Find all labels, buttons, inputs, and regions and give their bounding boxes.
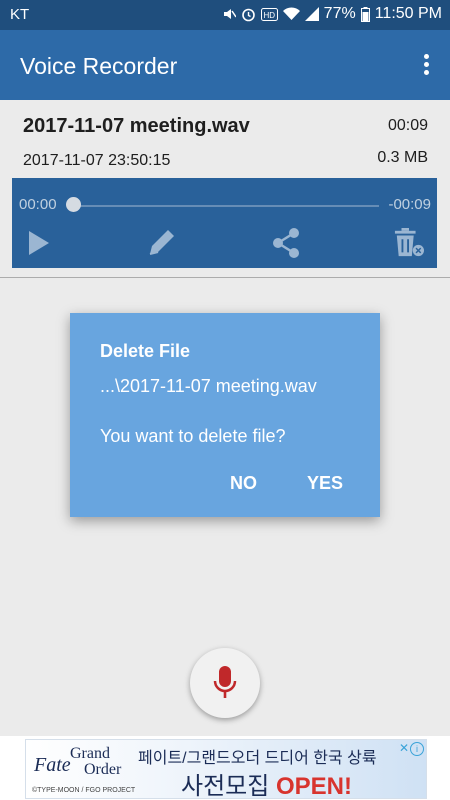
mute-icon: [223, 9, 236, 19]
dialog-title: Delete File: [100, 341, 191, 361]
ad-logo-fate: Fate: [34, 754, 71, 776]
ad-headline: 페이트/그랜드오더 드디어 한국 상륙: [138, 750, 377, 767]
record-button[interactable]: [190, 648, 260, 718]
dialog-file-path: ...\2017-11-07 meeting.wav: [100, 376, 317, 396]
status-time: 11:50 PM: [374, 5, 442, 22]
ad-logo-grand-order: Grand Order: [70, 746, 121, 778]
app-bar: Voice Recorder: [0, 30, 450, 100]
status-bar: KT HD 77% 11:50 PM: [0, 0, 450, 30]
ad-logo-grand: Grand: [70, 745, 110, 762]
yes-button[interactable]: YES: [307, 473, 343, 494]
ad-sub-open: OPEN!: [276, 773, 353, 799]
ad-logo-order: Order: [84, 761, 122, 778]
delete-dialog: Delete File ...\2017-11-07 meeting.wav Y…: [70, 313, 380, 517]
ad-info-icon[interactable]: i: [410, 742, 424, 756]
no-button[interactable]: NO: [230, 473, 257, 494]
ad-copyright: ©TYPE-MOON / FGO PROJECT: [32, 787, 136, 794]
ad-creative[interactable]: Fate Grand Order 페이트/그랜드오더 드디어 한국 상륙 사전모…: [25, 739, 427, 799]
dialog-message: You want to delete file?: [100, 426, 286, 446]
ad-banner[interactable]: Fate Grand Order 페이트/그랜드오더 드디어 한국 상륙 사전모…: [0, 736, 450, 800]
battery-percent: 77%: [323, 5, 356, 22]
status-icons: HD 77% 11:50 PM: [222, 5, 442, 23]
battery-icon: [360, 6, 370, 22]
app-title: Voice Recorder: [20, 53, 178, 79]
svg-text:HD: HD: [263, 11, 275, 20]
alarm-icon: [241, 8, 255, 21]
signal-icon: [304, 7, 319, 21]
carrier-label: KT: [10, 6, 30, 23]
more-vert-icon[interactable]: [424, 54, 430, 76]
wifi-icon: [282, 7, 300, 20]
ad-sub-prefix: 사전모집: [181, 773, 270, 799]
microphone-icon: [213, 666, 237, 698]
hd-icon: HD: [260, 7, 278, 21]
ad-subline: 사전모집 OPEN!: [181, 766, 353, 799]
ad-close-icon[interactable]: ✕: [399, 741, 409, 755]
